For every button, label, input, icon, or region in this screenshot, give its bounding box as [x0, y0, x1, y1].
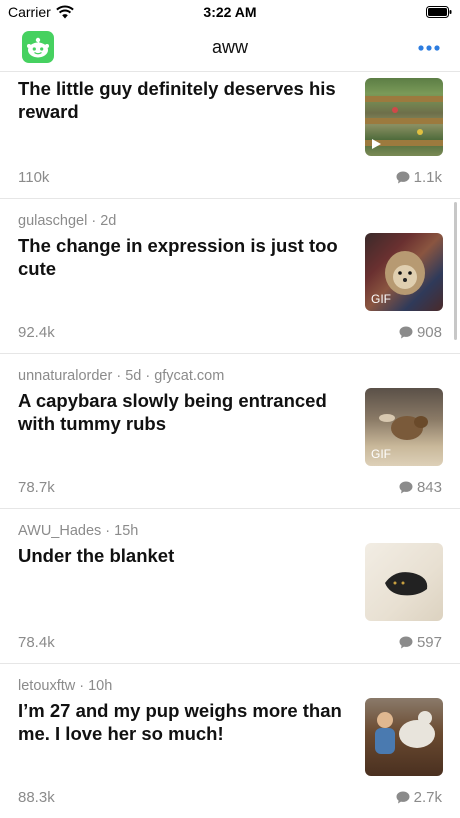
post-title[interactable]: The change in expression is just too cut…: [18, 235, 348, 280]
post-thumbnail[interactable]: GIF: [365, 388, 443, 466]
post-card[interactable]: AWU_Hades · 15h Under the blanket 78.4k …: [0, 509, 460, 664]
comment-count-value: 908: [416, 324, 442, 341]
vote-count: 78.4k: [18, 634, 55, 651]
post-meta[interactable]: letouxftw · 10h: [18, 678, 112, 694]
comment-count-value: 2.7k: [413, 789, 442, 806]
post-title[interactable]: Under the blanket: [18, 545, 348, 568]
vote-count: 88.3k: [18, 789, 55, 806]
comment-bubble-icon: [396, 171, 410, 184]
cat-blanket-image: [385, 572, 428, 596]
comment-count-value: 843: [416, 479, 442, 496]
comment-count[interactable]: 908: [399, 324, 442, 341]
scrollbar[interactable]: [454, 202, 457, 340]
post-meta[interactable]: AWU_Hades · 15h: [18, 523, 138, 539]
comment-count-value: 597: [416, 634, 442, 651]
post-card[interactable]: letouxftw · 10h I’m 27 and my pup weighs…: [0, 664, 460, 818]
battery-icon: [426, 6, 452, 18]
vote-count: 92.4k: [18, 324, 55, 341]
post-thumbnail[interactable]: [365, 543, 443, 621]
comment-bubble-icon: [396, 791, 410, 804]
vote-count: 78.7k: [18, 479, 55, 496]
post-card[interactable]: gulaschgel · 2d The change in expression…: [0, 199, 460, 354]
post-card[interactable]: The little guy definitely deserves his r…: [0, 72, 460, 199]
post-title[interactable]: A capybara slowly being entranced with t…: [18, 390, 348, 435]
navigation-bar: aww: [0, 24, 460, 72]
post-meta[interactable]: unnaturalorder · 5d · gfycat.com: [18, 368, 224, 384]
post-title[interactable]: I’m 27 and my pup weighs more than me. I…: [18, 700, 348, 745]
play-icon: [372, 139, 381, 149]
comment-count-value: 1.1k: [413, 169, 442, 186]
comment-bubble-icon: [399, 326, 413, 339]
post-card[interactable]: unnaturalorder · 5d · gfycat.com A capyb…: [0, 354, 460, 509]
post-meta[interactable]: gulaschgel · 2d: [18, 213, 116, 229]
post-thumbnail[interactable]: [365, 698, 443, 776]
more-dots-icon[interactable]: [418, 44, 440, 52]
woman-with-dog-image: [375, 711, 435, 754]
comment-count[interactable]: 597: [399, 634, 442, 651]
post-title[interactable]: The little guy definitely deserves his r…: [18, 78, 348, 123]
comment-count[interactable]: 1.1k: [396, 169, 442, 186]
comment-count[interactable]: 2.7k: [396, 789, 442, 806]
post-feed[interactable]: The little guy definitely deserves his r…: [0, 72, 460, 818]
post-thumbnail[interactable]: [365, 78, 443, 156]
comment-count[interactable]: 843: [399, 479, 442, 496]
vote-count: 110k: [18, 169, 50, 186]
comment-bubble-icon: [399, 636, 413, 649]
comment-bubble-icon: [399, 481, 413, 494]
subreddit-title: aww: [211, 37, 248, 57]
status-bar: Carrier 3:22 AM: [0, 0, 460, 24]
gif-badge: GIF: [371, 447, 391, 461]
status-time: 3:22 AM: [203, 4, 257, 20]
gif-badge: GIF: [371, 292, 391, 306]
post-thumbnail[interactable]: GIF: [365, 233, 443, 311]
